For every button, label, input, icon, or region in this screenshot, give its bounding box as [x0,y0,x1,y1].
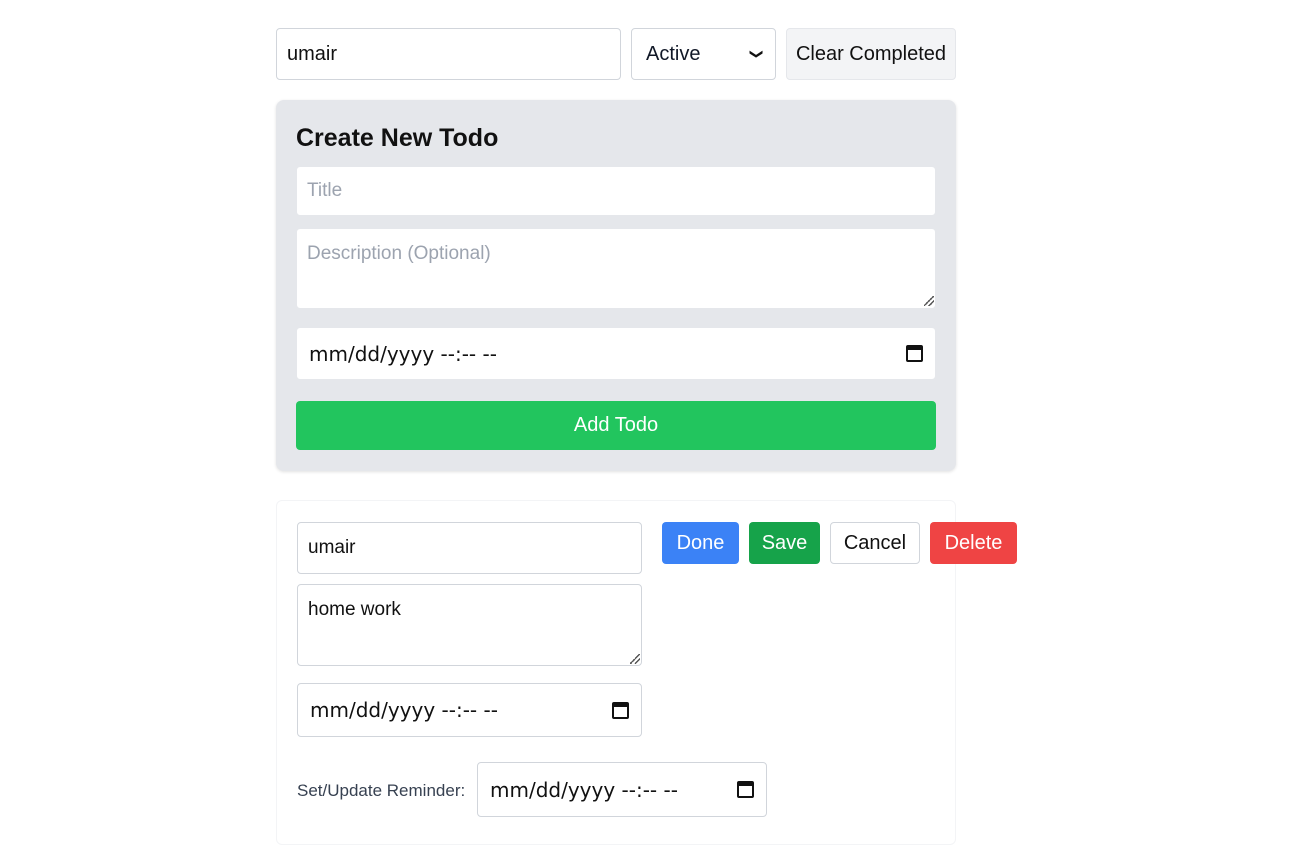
filter-selected-value: Active [646,42,701,65]
cancel-button[interactable]: Cancel [830,522,920,564]
resize-grip-icon[interactable] [924,296,934,306]
toolbar: Active ❮ Clear Completed [276,28,956,80]
chevron-down-icon: ❮ [747,48,763,60]
due-datetime-input[interactable]: mm/dd/yyyy --:-- -- [296,327,936,380]
search-input[interactable] [276,28,621,80]
calendar-icon[interactable] [906,345,923,362]
reminder-label: Set/Update Reminder: [297,781,466,800]
datetime-placeholder: mm/dd/yyyy --:-- -- [310,698,498,722]
resize-grip-icon[interactable] [630,654,640,664]
add-todo-button[interactable]: Add Todo [296,401,936,450]
clear-completed-button[interactable]: Clear Completed [786,28,956,80]
title-input[interactable] [296,166,936,216]
datetime-placeholder: mm/dd/yyyy --:-- -- [309,341,497,366]
datetime-placeholder: mm/dd/yyyy --:-- -- [490,777,678,802]
edit-title-input[interactable] [297,522,642,574]
save-button[interactable]: Save [749,522,820,564]
calendar-icon[interactable] [612,701,629,719]
reminder-datetime-input[interactable]: mm/dd/yyyy --:-- -- [477,762,767,817]
description-textarea[interactable] [296,228,936,309]
create-todo-card: Create New Todo mm/dd/yyyy --:-- -- Add … [276,100,956,471]
edit-datetime-input[interactable]: mm/dd/yyyy --:-- -- [297,683,642,737]
todo-item-card: home work mm/dd/yyyy --:-- -- Set/Update… [276,500,1017,845]
edit-description-textarea[interactable]: home work [297,584,642,666]
calendar-icon[interactable] [737,781,754,798]
status-filter-select[interactable]: Active ❮ [631,28,776,80]
create-todo-heading: Create New Todo [296,124,499,152]
done-button[interactable]: Done [662,522,739,564]
delete-button[interactable]: Delete [930,522,1017,564]
